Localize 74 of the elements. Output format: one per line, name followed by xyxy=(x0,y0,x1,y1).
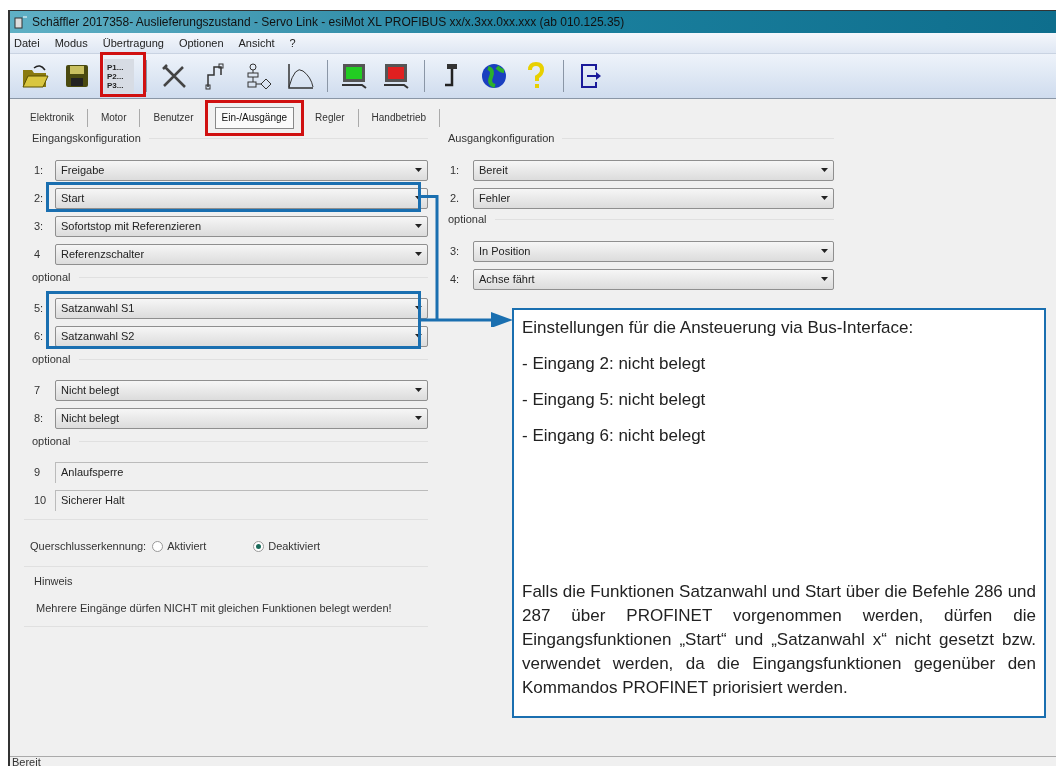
menu-item[interactable]: Ansicht xyxy=(238,34,275,52)
group-heading: Eingangskonfiguration xyxy=(31,130,141,146)
dropdown-arrow-icon xyxy=(415,388,422,392)
tab[interactable]: Motor xyxy=(94,106,133,129)
window-title: Schäffler 2017358- Auslieferungszustand - Servo Link - esiMot XL PROFIBUS xx/x.3xx.0xx.xxx (ab 010.125.35) xyxy=(32,14,625,31)
row-number: 4 xyxy=(33,246,42,262)
dropdown[interactable]: Referenzschalter xyxy=(55,243,428,265)
row-number: 1: xyxy=(33,162,45,178)
dropdown[interactable]: In Position xyxy=(473,240,834,262)
curve-chart-icon[interactable] xyxy=(285,61,315,91)
row-number: 10 xyxy=(33,492,48,508)
callout-title: Einstellungen für die Ansteuerung via Bus-Interface: xyxy=(522,317,915,339)
status-text: Bereit xyxy=(12,757,42,766)
row-number: 1: xyxy=(449,162,461,178)
row-number: 4: xyxy=(449,271,461,287)
callout-item: - Eingang 5: nicht belegt xyxy=(522,389,707,411)
row-number: 3: xyxy=(449,243,461,259)
dropdown[interactable]: Freigabe xyxy=(55,159,428,181)
radio-option[interactable]: Deaktiviert xyxy=(253,537,349,555)
parameter-button[interactable]: P1... P2... P3... xyxy=(104,59,134,93)
group-heading: optional xyxy=(31,351,71,367)
note-heading: Hinweis xyxy=(33,574,74,589)
dropdown[interactable]: Start xyxy=(55,187,428,209)
dropdown[interactable]: Sofortstop mit Referenzieren xyxy=(55,215,428,237)
row-number: 7 xyxy=(33,382,42,398)
row-number: 2. xyxy=(449,190,461,206)
callout-item: - Eingang 6: nicht belegt xyxy=(522,425,707,447)
dropdown-arrow-icon xyxy=(821,277,828,281)
tab[interactable]: Handbetrieb xyxy=(365,106,433,129)
menu-item[interactable]: ? xyxy=(289,34,296,52)
group-heading: optional xyxy=(31,269,71,285)
dropdown-arrow-icon xyxy=(821,249,828,253)
dropdown-arrow-icon xyxy=(821,196,828,200)
dropdown-arrow-icon xyxy=(415,252,422,256)
dropdown[interactable]: Achse fährt xyxy=(473,268,834,290)
row-number: 3: xyxy=(33,218,45,234)
row-number: 2: xyxy=(33,190,45,206)
dropdown[interactable]: Satzanwahl S2 xyxy=(55,325,428,347)
dropdown[interactable]: Satzanwahl S1 xyxy=(55,297,428,319)
menu-item[interactable]: Modus xyxy=(54,34,88,52)
tab[interactable]: Elektronik xyxy=(24,106,80,129)
globe-icon[interactable] xyxy=(479,61,509,91)
tab[interactable]: Regler xyxy=(309,106,351,129)
dropdown-arrow-icon xyxy=(415,224,422,228)
row-number: 6: xyxy=(33,328,45,344)
menu-item[interactable]: Datei xyxy=(14,34,40,52)
row-number: 8: xyxy=(33,410,45,426)
menu-item[interactable]: Optionen xyxy=(178,34,224,52)
menu-item[interactable]: Übertragung xyxy=(102,34,164,52)
dropdown-arrow-icon xyxy=(821,168,828,172)
group-heading: optional xyxy=(31,433,71,449)
dropdown-arrow-icon xyxy=(415,168,422,172)
radio-option[interactable]: Aktiviert xyxy=(152,537,248,555)
note-text: Mehrere Eingänge dürfen NICHT mit gleichen Funktionen belegt werden! xyxy=(35,600,393,616)
app-icon xyxy=(14,15,28,29)
callout-item: - Eingang 2: nicht belegt xyxy=(522,353,707,375)
row-number: 9 xyxy=(33,464,42,480)
callout-paragraph: Falls die Funktionen Satzanwahl und Start über die Befehle 286 und 287 über PROFINET vorgenommen werden, dürfen die Eingangsfunktionen „Start“ und „Satzanwahl x“ nicht gesetzt bzw. verwendet werden, da die Eingangsfunktionen gegenüber den Kommandos PROFINET priorisiert werden. xyxy=(522,581,1036,699)
dropdown-arrow-icon xyxy=(415,334,422,338)
dropdown-arrow-icon xyxy=(415,306,422,310)
tab[interactable]: Ein-/Ausgänge xyxy=(214,106,295,129)
dropdown[interactable]: Fehler xyxy=(473,187,834,209)
radio-group-label: Querschlusserkennung: xyxy=(30,538,147,554)
dropdown[interactable]: Nicht belegt xyxy=(55,407,428,429)
highlight-frame xyxy=(100,52,146,97)
row-number: 5: xyxy=(33,300,45,316)
radio-button[interactable] xyxy=(152,540,164,552)
group-heading: optional xyxy=(447,211,487,227)
dropdown[interactable]: Bereit xyxy=(473,159,834,181)
dropdown[interactable]: Nicht belegt xyxy=(55,379,428,401)
dropdown-arrow-icon xyxy=(415,416,422,420)
radio-button[interactable] xyxy=(253,540,265,552)
group-heading: Ausgangkonfiguration xyxy=(447,130,555,146)
tab[interactable]: Benutzer xyxy=(147,106,200,129)
